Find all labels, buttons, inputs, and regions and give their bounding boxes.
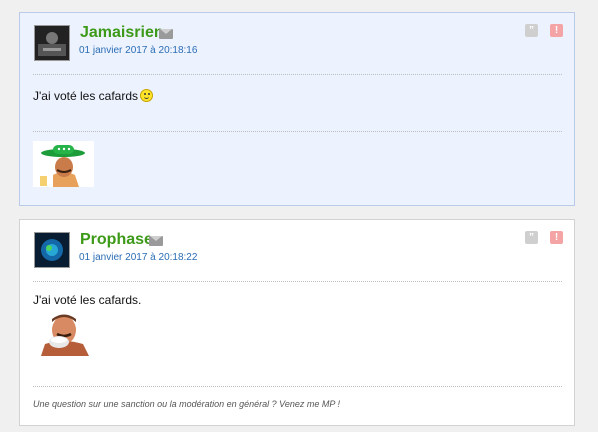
avatar[interactable] xyxy=(34,25,70,61)
message-text: J'ai voté les cafards. xyxy=(33,293,142,307)
avatar[interactable] xyxy=(34,232,70,268)
avatar-image xyxy=(35,26,69,60)
alert-icon[interactable]: ! xyxy=(550,24,563,37)
author-name[interactable]: Jamaisrien xyxy=(80,24,164,42)
sombrero-man-icon xyxy=(33,141,94,187)
quote-icon[interactable]: ” xyxy=(525,24,538,37)
author-name[interactable]: Prophase xyxy=(80,231,153,249)
smiley-icon xyxy=(140,89,154,102)
laughing-man-icon xyxy=(33,310,94,356)
avatar-image xyxy=(35,233,69,267)
mail-icon[interactable] xyxy=(149,236,163,246)
post-2: Prophase 01 janvier 2017 à 20:18:22 ” ! … xyxy=(19,219,575,426)
message-text: J'ai voté les cafards xyxy=(33,89,154,103)
alert-icon[interactable]: ! xyxy=(550,231,563,244)
message-body: J'ai voté les cafards xyxy=(33,89,139,103)
signature-text: Une question sur une sanction ou la modé… xyxy=(33,399,341,409)
separator xyxy=(33,131,562,132)
post-date[interactable]: 01 janvier 2017 à 20:18:16 xyxy=(79,45,197,56)
message-image xyxy=(33,310,94,356)
mail-icon[interactable] xyxy=(159,29,173,39)
separator xyxy=(33,281,562,282)
signature-image xyxy=(33,141,94,187)
post-1: Jamaisrien 01 janvier 2017 à 20:18:16 ” … xyxy=(19,12,575,206)
separator xyxy=(33,386,562,387)
separator xyxy=(33,74,562,75)
post-date[interactable]: 01 janvier 2017 à 20:18:22 xyxy=(79,252,197,263)
quote-icon[interactable]: ” xyxy=(525,231,538,244)
